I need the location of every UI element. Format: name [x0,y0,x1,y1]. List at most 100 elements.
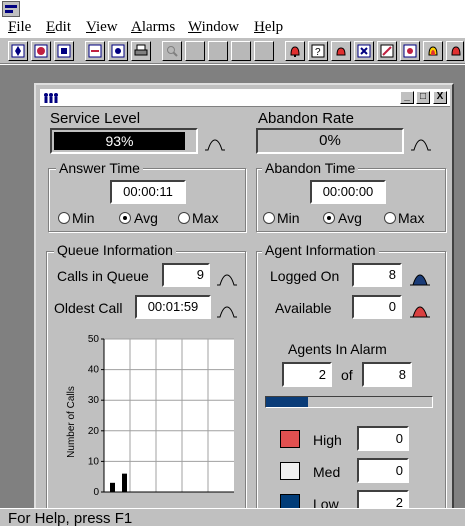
alarm-query-button[interactable]: ? [308,41,328,61]
abandon-time-min-radio[interactable] [263,212,275,224]
chart-y-tick-label: 30 [88,395,100,406]
menu-view[interactable]: View [86,19,118,36]
toolbar: ? [0,37,465,64]
menu-window[interactable]: Window [188,19,239,36]
oldest-call-label: Oldest Call [54,300,123,316]
zoom-button[interactable] [162,41,182,61]
alarm-query-icon: ? [311,44,325,58]
logged-on-label: Logged On [270,268,340,284]
abandon-rate-value: 0% [256,128,404,154]
abandon-time-max-radio[interactable] [384,212,396,224]
agent-info-title: Agent Information [262,242,379,258]
agents-in-alarm-count: 2 [282,362,332,387]
high-label: High [313,432,342,448]
queue-info-title: Queue Information [54,242,176,258]
abandon-time-title: Abandon Time [262,160,359,176]
blank-button-4[interactable] [254,41,274,61]
service-level-bell-icon [205,139,225,151]
of-label: of [341,367,353,383]
answer-time-avg-radio[interactable] [119,212,131,224]
status-bar: For Help, press F1 [0,508,465,527]
blank-button-3[interactable] [231,41,251,61]
alarm-network-button[interactable] [354,41,374,61]
alarm-clear-icon [451,46,461,56]
agents-icon [44,93,58,103]
abandon-time-min-label: Min [277,210,300,226]
chart-ticks: 0 10 20 30 40 50 [88,334,104,498]
alarm-bell-icon [290,46,300,57]
available-label: Available [275,300,332,316]
alarm-edit-button[interactable] [377,41,397,61]
answer-time-max-radio[interactable] [178,212,190,224]
high-swatch [280,430,300,448]
calls-in-queue-label: Calls in Queue [57,268,149,284]
status-text: For Help, press F1 [8,510,133,527]
calls-in-queue-field: 9 [162,263,210,287]
logged-on-field: 8 [352,263,402,287]
answer-time-field: 00:00:11 [110,180,186,204]
app-icon [2,1,20,17]
alarm-trigger-button[interactable] [331,41,351,61]
chart-y-tick-label: 50 [88,334,100,345]
alarm-progress-bar [265,396,433,408]
chart-y-tick-label: 0 [93,487,99,498]
print-button[interactable] [131,41,151,61]
answer-time-avg-label: Avg [134,210,158,226]
chart-y-tick-label: 20 [88,426,100,437]
menu-help[interactable]: Help [254,19,283,36]
maximize-button[interactable]: □ [416,91,430,104]
alarm-disconnect-icon [403,44,417,58]
blank-button-1[interactable] [185,41,205,61]
menu-file[interactable]: File [8,19,31,36]
cycle-icon [34,44,48,58]
available-bell-icon [410,306,430,318]
blank-button-2[interactable] [208,41,228,61]
med-swatch [280,462,300,480]
agents-in-alarm-total: 8 [362,362,412,387]
med-label: Med [313,464,341,480]
queue-chart: 0 10 20 30 40 50 Number of Calls [66,334,234,498]
move-button[interactable] [8,41,28,61]
cycle-button[interactable] [31,41,51,61]
window-title-bar[interactable]: _ □ X [40,89,450,107]
agents-in-alarm-title: Agents In Alarm [288,341,387,357]
chart-bar [110,482,115,492]
alarm-disconnect-button[interactable] [400,41,420,61]
abandon-time-field: 00:00:00 [310,180,386,204]
abandon-time-avg-radio[interactable] [323,212,335,224]
service-level-value: 93% [54,132,185,150]
chart-bar [122,473,127,492]
service-level-label: Service Level [50,110,141,127]
network-button[interactable] [54,41,74,61]
menu-alarms[interactable]: Alarms [131,19,175,36]
settings-button[interactable] [108,41,128,61]
alarm-bell-button[interactable] [285,41,305,61]
minimize-button[interactable]: _ [400,91,414,104]
abandon-rate-bell-icon [411,139,431,151]
alarm-active-button[interactable] [423,41,443,61]
chart-y-tick-label: 10 [88,456,100,467]
chart-y-tick-label: 40 [88,365,100,376]
oldest-call-field: 00:01:59 [135,295,211,319]
menu-bar: File Edit View Alarms Window Help [0,17,465,37]
close-button[interactable]: X [433,91,447,104]
alarm-trigger-icon [336,47,346,56]
move-icon [11,44,25,58]
calls-in-queue-bell-icon [217,274,237,286]
settings-icon [111,44,125,58]
answer-time-title: Answer Time [56,160,143,176]
print-icon [134,44,148,56]
svg-text:?: ? [315,47,321,58]
high-field: 0 [357,426,409,451]
abandon-time-avg-label: Avg [338,210,362,226]
menu-edit[interactable]: Edit [46,19,71,36]
disconnect-button[interactable] [85,41,105,61]
alarm-clear-button[interactable] [446,41,464,61]
alarm-edit-icon [380,44,394,58]
logged-on-bell-icon [410,274,430,286]
med-field: 0 [357,458,409,483]
chart-y-axis-label: Number of Calls [66,386,77,458]
alarm-network-icon [357,44,371,58]
answer-time-min-radio[interactable] [58,212,70,224]
answer-time-min-label: Min [72,210,95,226]
